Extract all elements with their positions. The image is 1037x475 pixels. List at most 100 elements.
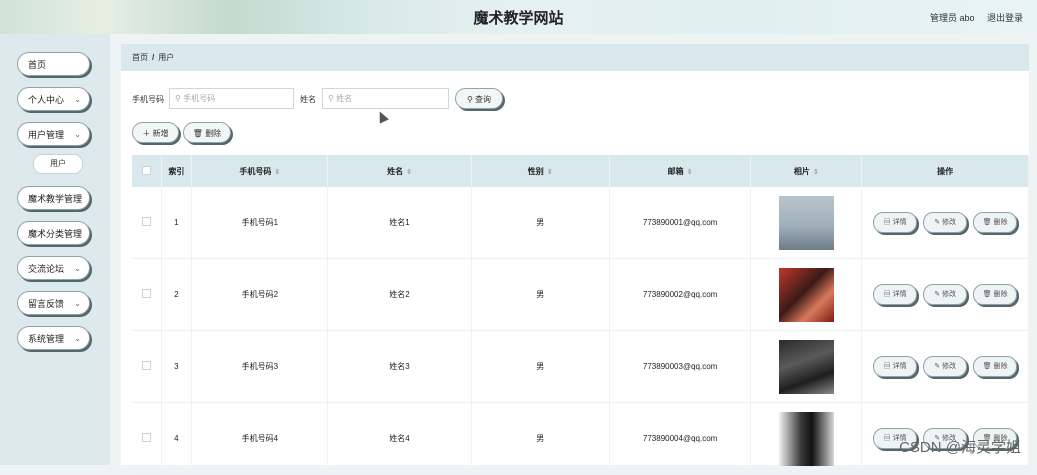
row-checkbox[interactable] bbox=[141, 217, 151, 226]
row-checkbox[interactable] bbox=[141, 289, 151, 298]
table-row: 1 手机号码1 姓名1 男 773890001@qq.com ▤ 详情 ✎ 修改 🗑… bbox=[132, 187, 1029, 259]
cell-index: 3 bbox=[161, 330, 193, 403]
user-table: 索引 手机号码 ⇕ 姓名 ⇕ 性别 ⇕ 邮箱 ⇕ 相片 ⇕ 操作 1 手机号码1 姓名1 … bbox=[132, 155, 1029, 475]
table-row: 2 手机号码2 姓名2 男 773890002@qq.com ▤ 详情 ✎ 修改 🗑… bbox=[132, 258, 1029, 331]
col-gender[interactable]: 性别 ⇕ bbox=[471, 155, 610, 187]
logout-link[interactable]: 退出登录 bbox=[987, 13, 1023, 23]
cell-photo bbox=[750, 187, 863, 259]
cell-gender: 男 bbox=[471, 402, 610, 475]
query-button[interactable]: ⚲ 查询 bbox=[455, 88, 503, 109]
sidebar-item-system[interactable]: 系统管理 ⌄ bbox=[17, 326, 90, 350]
row-checkbox-cell[interactable] bbox=[132, 187, 162, 259]
sort-icon[interactable]: ⇕ bbox=[547, 169, 553, 176]
chevron-down-icon: ⌄ bbox=[74, 299, 81, 308]
search-icon: ⚲ bbox=[328, 94, 334, 103]
detail-button[interactable]: ▤ 详情 bbox=[873, 356, 918, 377]
delete-button[interactable]: 🗑 删除 bbox=[183, 122, 231, 143]
sort-icon[interactable]: ⇕ bbox=[687, 169, 693, 176]
trash-icon: 🗑 bbox=[982, 219, 992, 226]
select-all-checkbox-cell[interactable] bbox=[132, 155, 162, 187]
cell-phone: 手机号码3 bbox=[191, 330, 329, 403]
sidebar-subitem-user[interactable]: 用户 bbox=[33, 154, 83, 174]
sidebar-item-forum[interactable]: 交流论坛 ⌄ bbox=[17, 256, 90, 280]
sidebar-item-magic-teaching[interactable]: 魔术教学管理 bbox=[17, 186, 90, 210]
name-placeholder: 姓名 bbox=[336, 94, 353, 103]
col-phone[interactable]: 手机号码 ⇕ bbox=[191, 155, 329, 187]
sidebar-item-label: 系统管理 bbox=[28, 334, 65, 344]
phone-label: 手机号码 bbox=[132, 95, 164, 104]
cell-email: 773890004@qq.com bbox=[609, 402, 752, 475]
cell-phone: 手机号码2 bbox=[191, 258, 329, 331]
row-delete-button[interactable]: 🗑 删除 bbox=[973, 284, 1018, 305]
chevron-down-icon: ⌄ bbox=[74, 95, 81, 104]
cell-index: 4 bbox=[161, 402, 193, 475]
trash-icon: 🗑 bbox=[192, 129, 203, 138]
breadcrumb: 首页 / 用户 bbox=[121, 44, 1029, 71]
add-button[interactable]: ＋ 新增 bbox=[132, 122, 179, 143]
select-all-checkbox[interactable] bbox=[141, 165, 151, 175]
row-delete-button[interactable]: 🗑 删除 bbox=[973, 212, 1018, 233]
row-checkbox[interactable] bbox=[141, 433, 151, 442]
row-checkbox[interactable] bbox=[141, 361, 151, 370]
col-email[interactable]: 邮箱 ⇕ bbox=[609, 155, 752, 187]
col-index: 索引 bbox=[161, 155, 193, 187]
user-photo bbox=[778, 411, 834, 466]
table-header-row: 索引 手机号码 ⇕ 姓名 ⇕ 性别 ⇕ 邮箱 ⇕ 相片 ⇕ 操作 bbox=[132, 155, 1029, 187]
edit-label: 修改 bbox=[942, 363, 957, 370]
breadcrumb-separator: / bbox=[152, 53, 155, 62]
delete-button-label: 删除 bbox=[205, 129, 222, 138]
sidebar-item-magic-category[interactable]: 魔术分类管理 bbox=[17, 221, 90, 245]
sort-icon[interactable]: ⇕ bbox=[813, 169, 819, 176]
edit-button[interactable]: ✎ 修改 bbox=[923, 356, 968, 377]
cell-gender: 男 bbox=[471, 258, 610, 331]
name-label: 姓名 bbox=[300, 95, 316, 104]
pencil-icon: ✎ bbox=[934, 363, 941, 370]
phone-placeholder: 手机号码 bbox=[183, 94, 216, 103]
name-search-input[interactable]: ⚲ 姓名 bbox=[322, 88, 449, 109]
cell-photo bbox=[750, 330, 863, 403]
sort-icon[interactable]: ⇕ bbox=[406, 169, 412, 176]
user-photo bbox=[778, 339, 834, 394]
pencil-icon: ✎ bbox=[934, 291, 941, 298]
col-name[interactable]: 姓名 ⇕ bbox=[327, 155, 472, 187]
user-photo bbox=[778, 267, 834, 322]
trash-icon: 🗑 bbox=[982, 363, 992, 370]
admin-user-label: 管理员 abo bbox=[929, 13, 975, 23]
detail-button[interactable]: ▤ 详情 bbox=[873, 212, 918, 233]
cell-name: 姓名3 bbox=[327, 330, 472, 403]
row-checkbox-cell[interactable] bbox=[132, 330, 162, 403]
cell-gender: 男 bbox=[471, 187, 610, 259]
delete-label: 删除 bbox=[993, 219, 1008, 226]
cell-email: 773890001@qq.com bbox=[609, 187, 752, 259]
sidebar-item-label: 个人中心 bbox=[28, 95, 65, 105]
sidebar-item-home[interactable]: 首页 bbox=[17, 52, 90, 76]
cell-index: 1 bbox=[161, 187, 193, 259]
cell-gender: 男 bbox=[471, 330, 610, 403]
cell-phone: 手机号码4 bbox=[191, 402, 329, 475]
col-photo[interactable]: 相片 ⇕ bbox=[750, 155, 863, 187]
col-phone-label: 手机号码 bbox=[239, 166, 272, 176]
edit-button[interactable]: ✎ 修改 bbox=[923, 284, 968, 305]
phone-search-input[interactable]: ⚲ 手机号码 bbox=[169, 88, 294, 109]
sidebar-item-label: 魔术教学管理 bbox=[28, 194, 83, 204]
detail-button[interactable]: ▤ 详情 bbox=[873, 284, 918, 305]
trash-icon: 🗑 bbox=[982, 291, 992, 298]
row-checkbox-cell[interactable] bbox=[132, 258, 162, 331]
breadcrumb-home[interactable]: 首页 bbox=[132, 53, 148, 62]
sidebar-item-label: 用户管理 bbox=[28, 130, 65, 140]
sidebar-item-personal-center[interactable]: 个人中心 ⌄ bbox=[17, 87, 90, 111]
sidebar-item-feedback[interactable]: 留言反馈 ⌄ bbox=[17, 291, 90, 315]
sidebar-item-user-management[interactable]: 用户管理 ⌄ bbox=[17, 122, 90, 146]
edit-button[interactable]: ✎ 修改 bbox=[923, 212, 968, 233]
cell-name: 姓名2 bbox=[327, 258, 472, 331]
row-checkbox-cell[interactable] bbox=[132, 402, 162, 475]
search-icon: ⚲ bbox=[175, 94, 181, 103]
cell-photo bbox=[750, 402, 863, 475]
cell-email: 773890003@qq.com bbox=[609, 330, 752, 403]
top-header: 魔术教学网站 管理员 abo 退出登录 bbox=[0, 0, 1037, 34]
cell-photo bbox=[750, 258, 863, 331]
row-delete-button[interactable]: 🗑 删除 bbox=[973, 356, 1018, 377]
detail-label: 详情 bbox=[892, 291, 907, 298]
breadcrumb-current: 用户 bbox=[158, 53, 175, 62]
sort-icon[interactable]: ⇕ bbox=[274, 169, 280, 176]
